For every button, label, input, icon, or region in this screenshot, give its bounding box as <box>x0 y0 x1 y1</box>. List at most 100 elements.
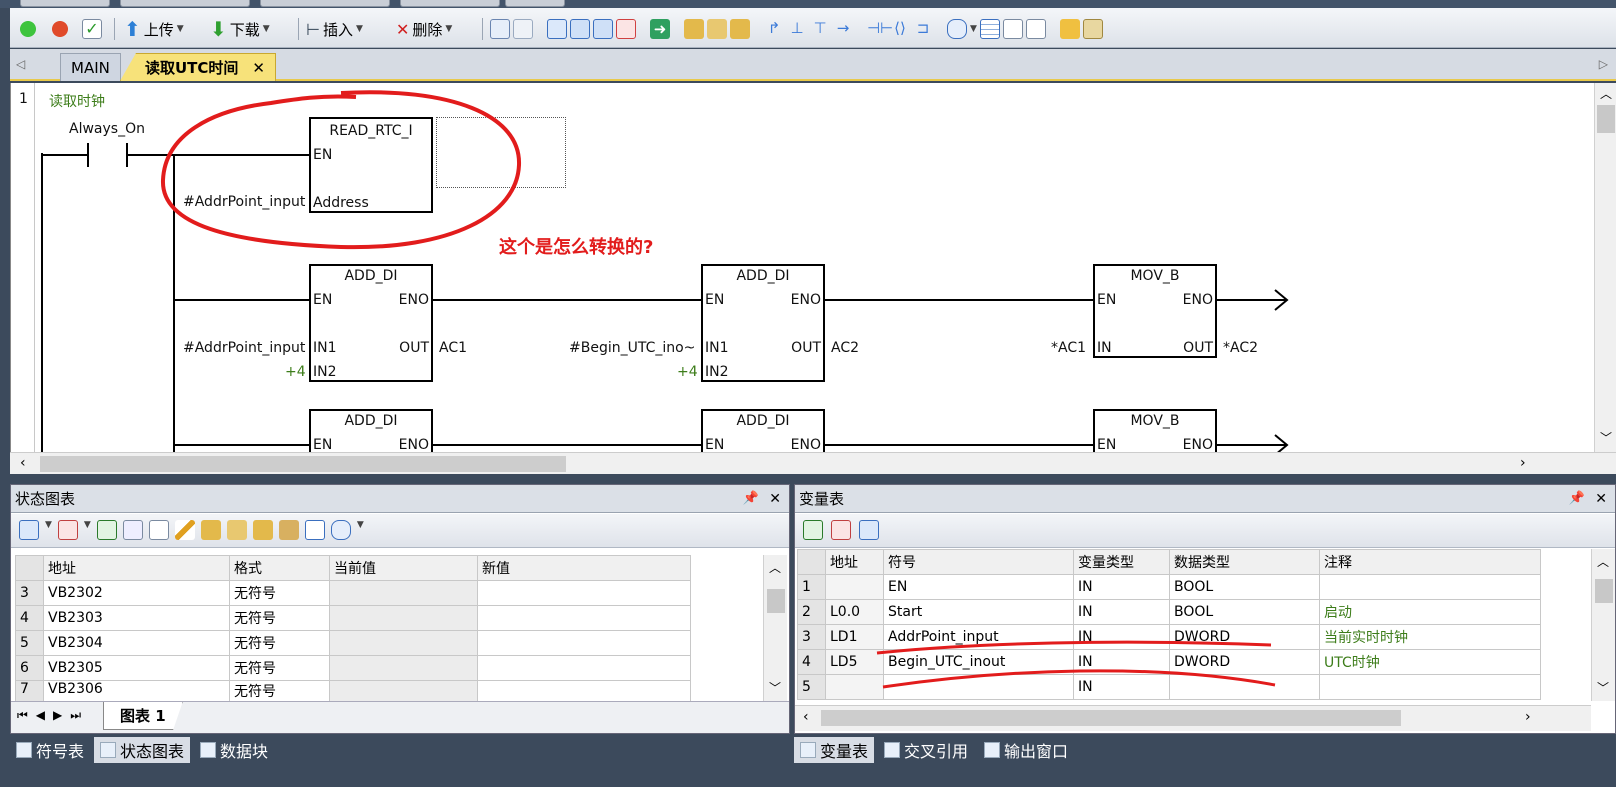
download-button[interactable]: ⬇ 下载 ▼ <box>210 17 270 41</box>
new-value-cell[interactable] <box>477 580 691 606</box>
delete-row-icon[interactable] <box>57 520 78 540</box>
arrow-right-box-icon[interactable] <box>593 19 613 39</box>
column-header[interactable]: 符号 <box>883 549 1074 575</box>
chevron-left-icon[interactable]: ‹ <box>803 709 809 725</box>
var-horizontal-scrollbar[interactable]: ‹ › <box>795 705 1591 731</box>
new-value-cell[interactable] <box>477 655 691 681</box>
unlock-icon[interactable] <box>226 520 247 540</box>
in-operand[interactable]: *AC1 <box>1051 340 1086 356</box>
chevron-up-icon[interactable]: ︿ <box>1600 85 1612 102</box>
new-value-cell[interactable] <box>477 605 691 631</box>
format-cell[interactable]: 无符号 <box>229 680 330 702</box>
lock-icon[interactable] <box>200 520 221 540</box>
out-operand[interactable]: AC2 <box>831 340 859 356</box>
tab-output-window[interactable]: 输出窗口 <box>978 737 1074 763</box>
edit-doc2-icon[interactable] <box>1025 19 1046 39</box>
tag-icon[interactable] <box>330 520 351 540</box>
top-window-tab[interactable] <box>505 0 565 7</box>
top-window-tab[interactable] <box>120 0 250 7</box>
chevron-down-icon[interactable]: ▼ <box>84 520 91 540</box>
unlock-icon[interactable] <box>707 19 727 39</box>
pause-icon[interactable] <box>122 520 143 540</box>
table-row[interactable]: 3 VB2302 无符号 <box>15 580 691 606</box>
comment-cell[interactable] <box>1319 674 1541 700</box>
chevron-left-icon[interactable]: ‹ <box>20 455 26 471</box>
tab-scroll-right-icon[interactable]: ▷ <box>1599 57 1608 71</box>
lock-icon[interactable] <box>684 19 704 39</box>
run-button[interactable] <box>18 18 38 40</box>
branch-up-icon[interactable]: ↱ <box>764 19 784 39</box>
add-row-icon[interactable] <box>19 520 39 540</box>
address-cell[interactable]: VB2302 <box>43 580 230 606</box>
sheet-nav-icons[interactable]: ⏮◀▶⏭ <box>17 708 89 723</box>
scrollbar-thumb[interactable] <box>40 456 566 472</box>
ladder-editor[interactable]: 1 读取时钟 Always_On READ_RTC_I EN Address #… <box>10 83 1616 455</box>
scrollbar-thumb[interactable] <box>1595 579 1613 603</box>
top-window-tab[interactable] <box>400 0 500 7</box>
mov-b-block-2[interactable]: MOV_B EN ENO <box>1093 409 1217 455</box>
contact-label[interactable]: Always_On <box>69 121 145 137</box>
chevron-down-icon[interactable]: ﹀ <box>769 679 781 696</box>
key-icon[interactable] <box>1059 19 1080 39</box>
tab-read-utc[interactable]: 读取UTC时间 ✕ <box>120 53 276 81</box>
chevron-up-icon[interactable]: ︿ <box>769 559 781 576</box>
column-header[interactable]: 注释 <box>1319 549 1541 575</box>
box-insert-icon[interactable]: ⊐ <box>913 19 933 39</box>
in1-operand[interactable]: #Begin_UTC_ino~ <box>569 340 695 356</box>
chevron-right-icon[interactable]: › <box>1525 709 1531 725</box>
stop-button[interactable] <box>50 18 70 40</box>
comment-cell[interactable]: UTC时钟 <box>1319 649 1541 675</box>
table-row[interactable]: 2 L0.0 Start IN BOOL 启动 <box>797 599 1541 625</box>
branch-line-icon[interactable]: ⊤ <box>810 19 830 39</box>
add-di-block-2[interactable]: ADD_DI EN ENO IN1 OUT IN2 <box>701 264 825 382</box>
comment-cell[interactable]: 启动 <box>1319 599 1541 625</box>
glasses-icon[interactable] <box>148 520 169 540</box>
lock-read-icon[interactable] <box>278 520 299 540</box>
add-di-block-3[interactable]: ADD_DI EN ENO <box>309 409 433 455</box>
tab-cross-reference[interactable]: 交叉引用 <box>878 737 974 763</box>
table-row[interactable]: 4 VB2303 无符号 <box>15 605 691 631</box>
new-value-cell[interactable] <box>477 680 691 702</box>
in2-operand[interactable]: +4 <box>285 364 306 380</box>
box-icon[interactable] <box>547 19 567 39</box>
column-header[interactable]: 数据类型 <box>1169 549 1320 575</box>
edit-doc-icon[interactable] <box>1002 19 1023 39</box>
out-operand[interactable]: *AC2 <box>1223 340 1258 356</box>
chevron-up-icon[interactable]: ︿ <box>1597 553 1609 570</box>
compile-button[interactable]: ✓ <box>82 18 102 40</box>
line-right-icon[interactable]: → <box>833 19 853 39</box>
network-off-icon[interactable] <box>513 19 533 39</box>
upload-button[interactable]: ⬆ 上传 ▼ <box>124 17 184 41</box>
comment-cell[interactable] <box>1319 574 1541 600</box>
format-cell[interactable]: 无符号 <box>229 655 330 681</box>
column-header[interactable]: 地址 <box>825 549 884 575</box>
address-cell[interactable]: VB2304 <box>43 630 230 656</box>
chevron-down-icon[interactable]: ▼ <box>970 24 977 34</box>
chevron-down-icon[interactable]: ▼ <box>45 520 52 540</box>
var-type-cell[interactable]: IN <box>1073 599 1170 625</box>
var-type-cell[interactable]: IN <box>1073 574 1170 600</box>
export-icon[interactable] <box>859 520 879 540</box>
mov-b-block-1[interactable]: MOV_B EN ENO IN OUT <box>1093 264 1217 358</box>
arrow-left-box-icon[interactable] <box>570 19 590 39</box>
scrollbar-thumb[interactable] <box>821 710 1401 726</box>
var-vertical-scrollbar[interactable]: ︿ ﹀ <box>1591 549 1615 701</box>
delete-button[interactable]: ✕ 删除 ▼ <box>396 18 452 40</box>
top-window-tab[interactable] <box>20 0 110 7</box>
network-title[interactable]: 读取时钟 <box>49 91 105 111</box>
scrollbar-thumb[interactable] <box>1597 105 1615 133</box>
column-header[interactable]: 当前值 <box>329 555 478 581</box>
data-type-cell[interactable]: BOOL <box>1169 599 1320 625</box>
tab-main[interactable]: MAIN <box>60 53 121 81</box>
tag-icon[interactable] <box>947 19 967 39</box>
sheet-tab[interactable]: 图表 1 <box>103 702 183 730</box>
editor-horizontal-scrollbar[interactable]: ‹ › <box>10 452 1616 474</box>
clear-icon[interactable] <box>616 19 636 39</box>
comment-cell[interactable]: 当前实时时钟 <box>1319 624 1541 650</box>
in1-operand[interactable]: #AddrPoint_input <box>183 340 305 356</box>
chevron-down-icon[interactable]: ﹀ <box>1597 679 1609 696</box>
table-icon[interactable] <box>979 19 1000 39</box>
coil-icon[interactable]: ⟨⟩ <box>890 19 910 39</box>
column-header[interactable]: 变量类型 <box>1073 549 1170 575</box>
branch-down-icon[interactable]: ⊥ <box>787 19 807 39</box>
